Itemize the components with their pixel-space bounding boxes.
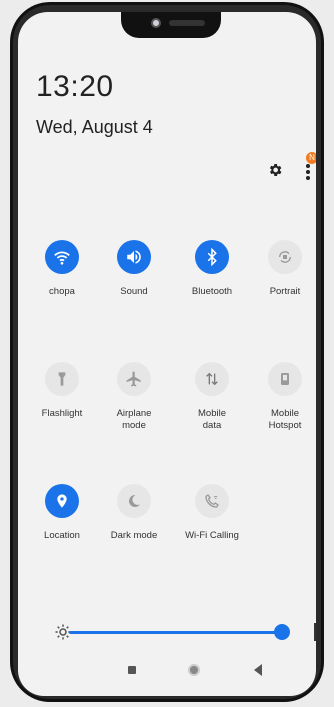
tile-airplane-mode[interactable]: Airplane mode <box>99 362 169 432</box>
home-icon[interactable] <box>188 664 200 676</box>
wifi-calling-icon <box>195 484 229 518</box>
tile-sound[interactable]: Sound <box>99 240 169 298</box>
tile-wifi[interactable]: chopa <box>27 240 97 298</box>
mobile-data-icon <box>195 362 229 396</box>
notification-badge: N <box>306 152 316 164</box>
tile-label: Dark mode <box>110 530 158 541</box>
tile-mobile-hotspot[interactable]: Mobile Hotspot <box>250 362 316 432</box>
location-icon <box>45 484 79 518</box>
tile-label: chopa <box>49 286 75 297</box>
hotspot-icon <box>268 362 302 396</box>
wifi-icon <box>45 240 79 274</box>
tile-label: Portrait <box>269 286 301 297</box>
tile-label: Mobile data <box>198 408 226 431</box>
tile-label: Wi-Fi Calling <box>185 530 239 541</box>
tile-label: Flashlight <box>41 408 83 419</box>
tile-mobile-data[interactable]: Mobile data <box>177 362 247 432</box>
camera-icon <box>151 18 161 28</box>
tile-bluetooth[interactable]: Bluetooth <box>177 240 247 298</box>
tile-wifi-calling[interactable]: Wi-Fi Calling <box>177 484 247 542</box>
rotate-icon <box>268 240 302 274</box>
tile-flashlight[interactable]: Flashlight <box>27 362 97 420</box>
flashlight-icon <box>45 362 79 396</box>
auto-brightness-icon[interactable] <box>313 622 316 642</box>
quick-settings-screen: 13:20 Wed, August 4 N chopa Sound Blueto… <box>18 12 316 696</box>
brightness-slider-track[interactable] <box>69 631 289 634</box>
camera-notch <box>121 12 221 38</box>
clock-time: 13:20 <box>36 70 114 103</box>
navigation-bar <box>18 648 316 696</box>
tile-portrait[interactable]: Portrait <box>250 240 316 298</box>
tile-label: Sound <box>120 286 148 297</box>
tile-label: Location <box>44 530 80 541</box>
back-icon[interactable] <box>254 664 262 676</box>
moon-icon <box>117 484 151 518</box>
tile-dark-mode[interactable]: Dark mode <box>99 484 169 542</box>
bluetooth-icon <box>195 240 229 274</box>
clock-date: Wed, August 4 <box>36 117 153 137</box>
tile-label: Airplane mode <box>116 408 152 431</box>
tile-label: Mobile Hotspot <box>268 408 302 431</box>
brightness-slider-thumb[interactable] <box>274 624 291 640</box>
sound-icon <box>117 240 151 274</box>
recent-apps-icon[interactable] <box>128 666 136 674</box>
tile-location[interactable]: Location <box>27 484 97 542</box>
gear-icon[interactable] <box>267 162 283 178</box>
tile-label: Bluetooth <box>191 286 233 297</box>
speaker-grille <box>169 20 205 26</box>
airplane-icon <box>117 362 151 396</box>
